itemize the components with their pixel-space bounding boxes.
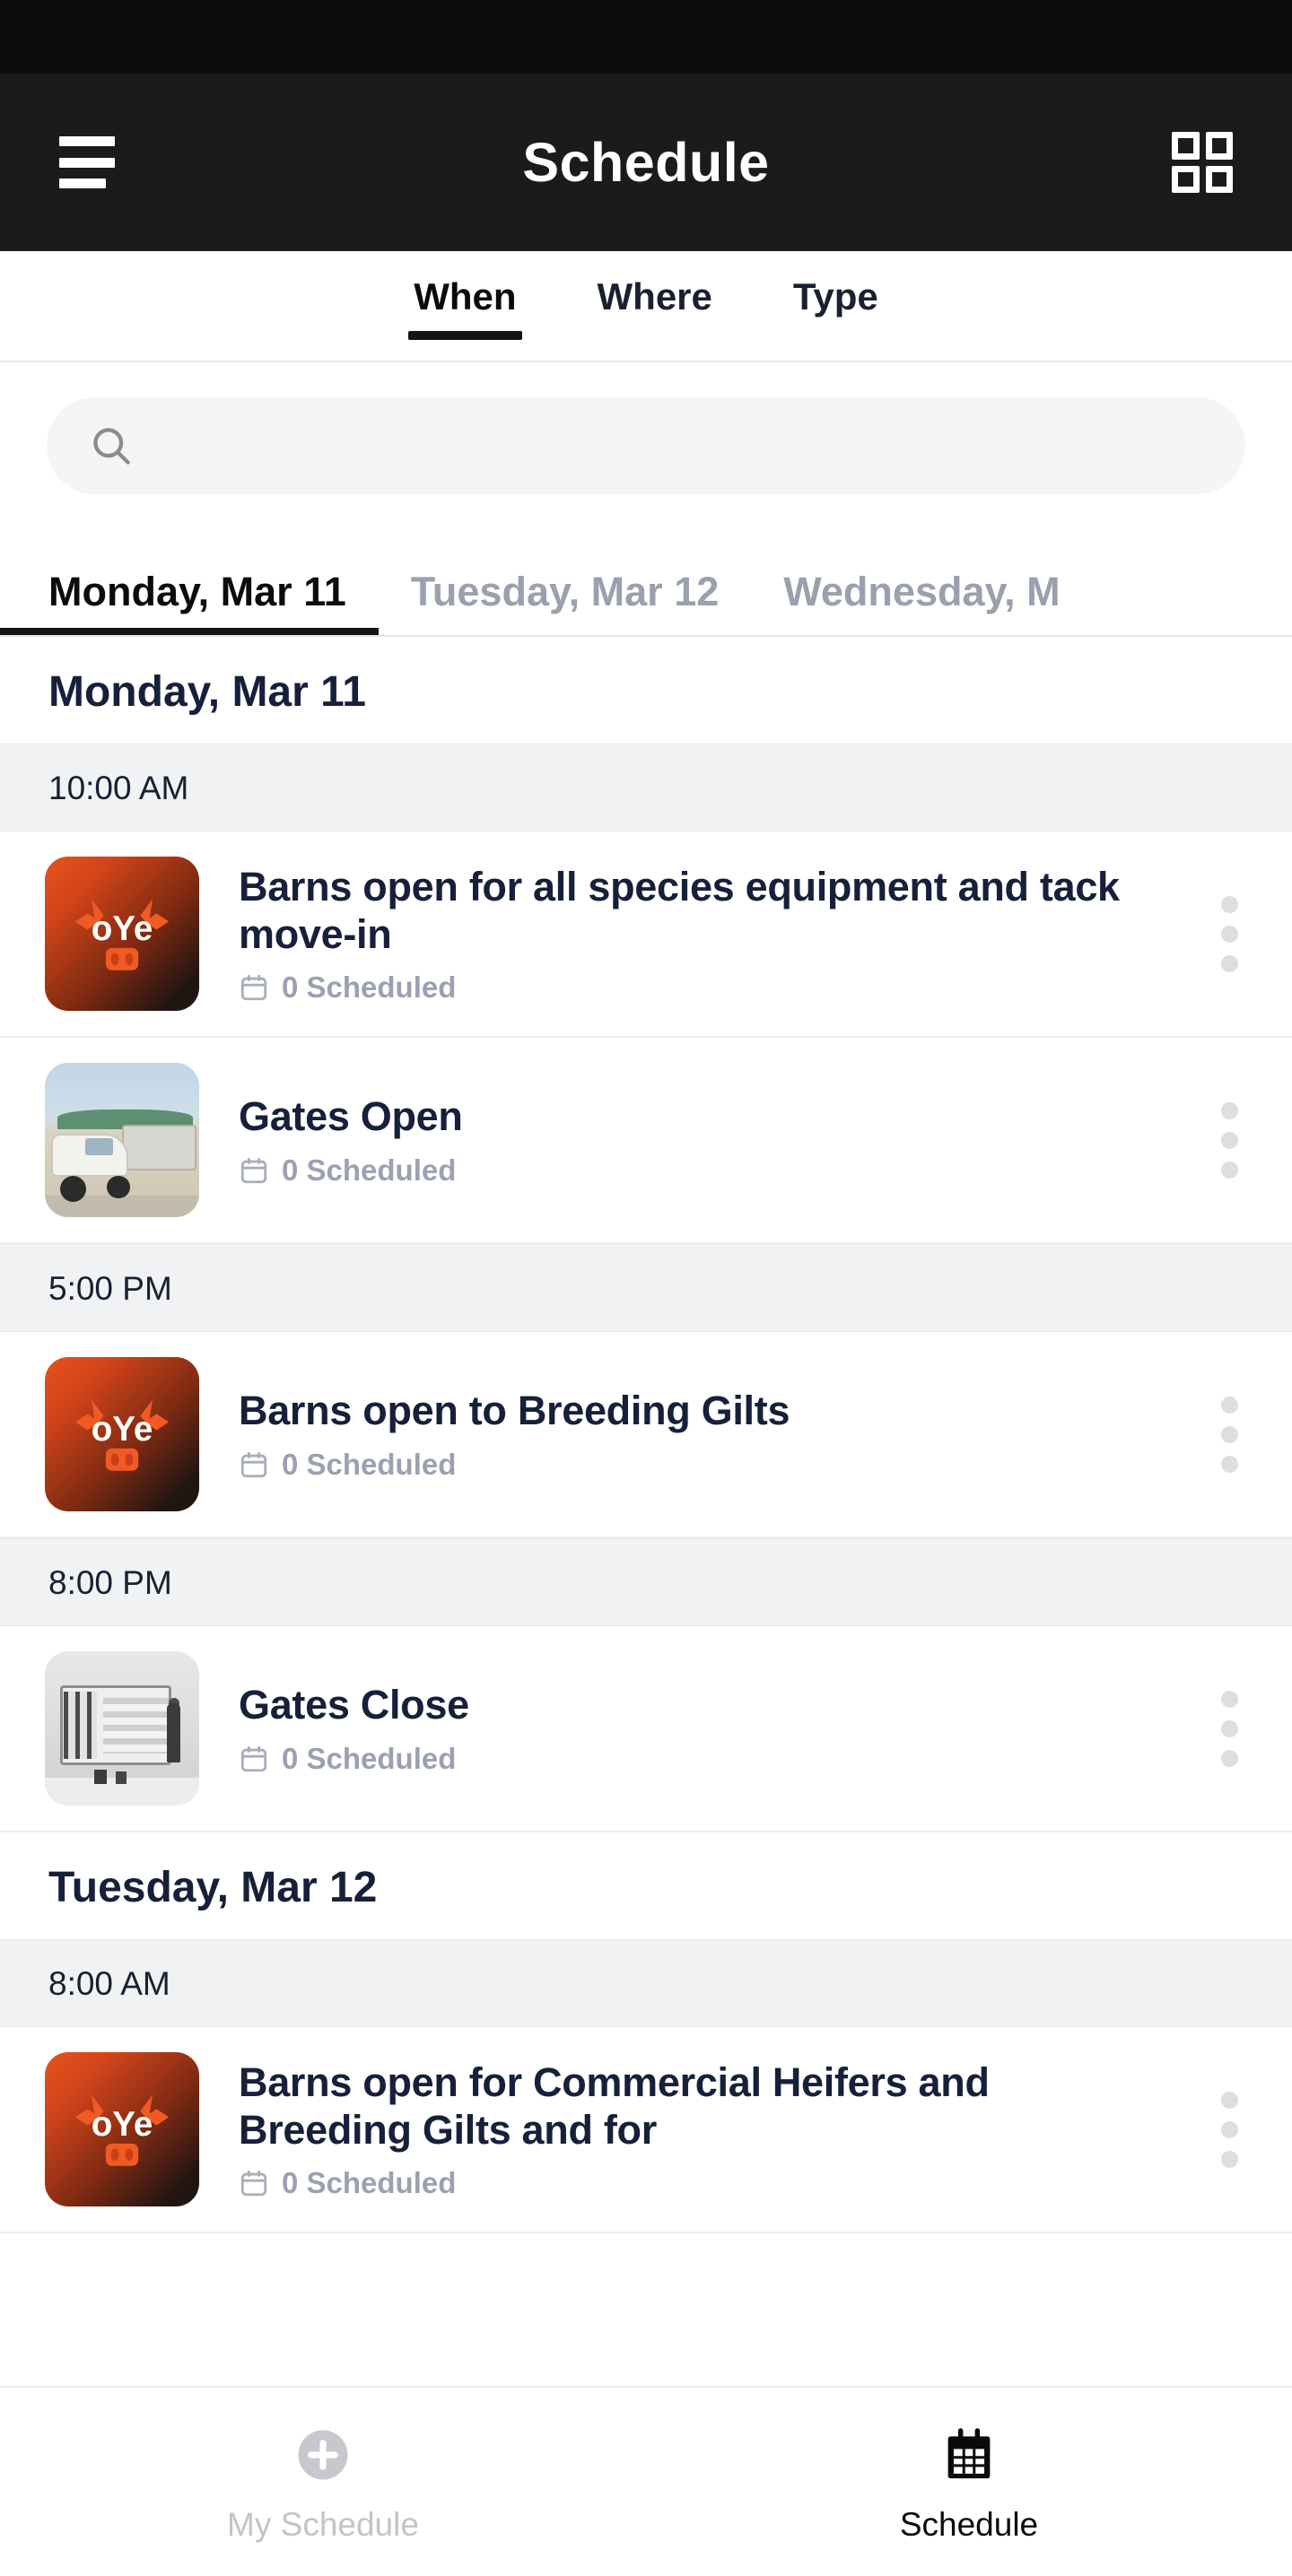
- time-header: 8:00 AM: [0, 1939, 1292, 2027]
- oye-logo-icon: oYe: [74, 2094, 170, 2166]
- time-header: 8:00 PM: [0, 1538, 1292, 1626]
- event-body: Barns open for Commercial Heifers and Br…: [239, 2058, 1163, 2200]
- filter-tab-bar: When Where Type: [0, 251, 1292, 362]
- event-title: Barns open for Commercial Heifers and Br…: [239, 2058, 990, 2153]
- plus-circle-icon: [288, 2420, 358, 2490]
- svg-text:oYe: oYe: [92, 2105, 153, 2144]
- schedule-list: Monday, Mar 11 10:00 AM oYe Barns open f…: [0, 637, 1292, 2233]
- event-title: Barns open to Breeding Gilts: [239, 1388, 790, 1434]
- status-bar: [0, 0, 1292, 74]
- search-input[interactable]: [158, 427, 1204, 465]
- event-body: Barns open for all species equipment and…: [239, 863, 1163, 1005]
- event-body: Barns open to Breeding Gilts 0 Scheduled: [239, 1387, 1163, 1481]
- more-vertical-icon[interactable]: [1202, 1690, 1256, 1767]
- day-header: Tuesday, Mar 12: [0, 1832, 1292, 1939]
- date-tab-monday[interactable]: Monday, Mar 11: [0, 569, 379, 635]
- list-item[interactable]: oYe Barns open to Breeding Gilts 0 Sched…: [0, 1332, 1292, 1538]
- nav-label: Schedule: [899, 2506, 1039, 2543]
- event-title: Gates Open: [239, 1093, 463, 1140]
- search-box[interactable]: [47, 397, 1245, 494]
- calendar-icon: [240, 1157, 267, 1183]
- event-thumbnail: [45, 1063, 199, 1217]
- date-tab-tuesday[interactable]: Tuesday, Mar 12: [379, 569, 751, 635]
- nav-schedule[interactable]: Schedule: [646, 2420, 1292, 2544]
- tab-when[interactable]: When: [408, 275, 522, 340]
- oye-logo-icon: oYe: [74, 1399, 170, 1471]
- more-vertical-icon[interactable]: [1202, 895, 1256, 972]
- calendar-icon: [240, 2170, 267, 2197]
- tab-type[interactable]: Type: [788, 275, 884, 336]
- oye-logo-icon: oYe: [74, 899, 170, 970]
- event-scheduled-count: 0 Scheduled: [282, 1153, 457, 1187]
- event-meta: 0 Scheduled: [239, 2166, 1154, 2200]
- calendar-icon: [240, 1745, 267, 1771]
- list-item[interactable]: oYe Barns open for all species equipment…: [0, 831, 1292, 1038]
- more-vertical-icon[interactable]: [1202, 1396, 1256, 1473]
- list-item[interactable]: Gates Close 0 Scheduled: [0, 1626, 1292, 1832]
- date-tab-bar: Monday, Mar 11 Tuesday, Mar 12 Wednesday…: [0, 529, 1292, 637]
- svg-text:oYe: oYe: [92, 909, 153, 948]
- time-header: 10:00 AM: [0, 744, 1292, 831]
- calendar-icon: [934, 2420, 1004, 2490]
- date-tab-wednesday[interactable]: Wednesday, M: [751, 569, 1092, 635]
- event-meta: 0 Scheduled: [239, 1742, 1154, 1776]
- calendar-icon: [240, 974, 267, 1001]
- event-scheduled-count: 0 Scheduled: [282, 970, 457, 1005]
- grid-view-icon[interactable]: [1172, 132, 1233, 193]
- event-thumbnail: [45, 1651, 199, 1806]
- nav-label: My Schedule: [227, 2506, 419, 2543]
- calendar-icon: [240, 1451, 267, 1477]
- hamburger-menu-icon[interactable]: [59, 136, 115, 188]
- event-thumbnail: oYe: [45, 857, 199, 1011]
- event-scheduled-count: 0 Scheduled: [282, 2166, 457, 2200]
- svg-text:oYe: oYe: [92, 1410, 153, 1449]
- event-meta: 0 Scheduled: [239, 1153, 1154, 1188]
- app-bar: Schedule: [0, 74, 1292, 251]
- search-icon: [93, 428, 130, 465]
- day-header: Monday, Mar 11: [0, 637, 1292, 744]
- schedule-scroll-area[interactable]: Monday, Mar 11 10:00 AM oYe Barns open f…: [0, 637, 1292, 2386]
- bottom-navigation: My Schedule Schedule: [0, 2386, 1292, 2576]
- search-section: [0, 362, 1292, 529]
- tab-where[interactable]: Where: [592, 275, 718, 336]
- list-item[interactable]: Gates Open 0 Scheduled: [0, 1038, 1292, 1244]
- event-thumbnail: oYe: [45, 2052, 199, 2206]
- event-scheduled-count: 0 Scheduled: [282, 1447, 457, 1481]
- page-title: Schedule: [522, 132, 770, 193]
- event-title: Gates Close: [239, 1682, 469, 1728]
- event-thumbnail: oYe: [45, 1357, 199, 1511]
- more-vertical-icon[interactable]: [1202, 1101, 1256, 1179]
- event-meta: 0 Scheduled: [239, 970, 1154, 1005]
- list-item[interactable]: oYe Barns open for Commercial Heifers an…: [0, 2027, 1292, 2233]
- time-header: 5:00 PM: [0, 1244, 1292, 1332]
- event-body: Gates Open 0 Scheduled: [239, 1092, 1163, 1187]
- more-vertical-icon[interactable]: [1202, 2091, 1256, 2168]
- nav-my-schedule[interactable]: My Schedule: [0, 2420, 646, 2544]
- app-root: Schedule When Where Type Monday, Mar 11 …: [0, 0, 1292, 2576]
- event-title: Barns open for all species equipment and…: [239, 863, 1120, 957]
- event-scheduled-count: 0 Scheduled: [282, 1741, 457, 1775]
- event-body: Gates Close 0 Scheduled: [239, 1681, 1163, 1775]
- event-meta: 0 Scheduled: [239, 1448, 1154, 1482]
